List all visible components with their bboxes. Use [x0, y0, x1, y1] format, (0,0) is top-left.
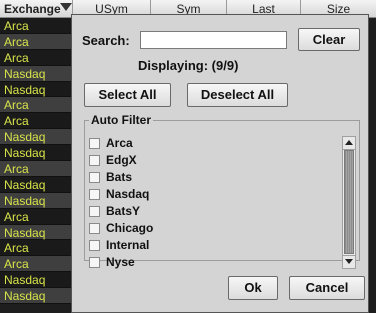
table-row[interactable]: Nasdaq	[0, 129, 72, 146]
column-header-exchange-label: Exchange	[4, 2, 61, 16]
list-item-label: Nasdaq	[106, 187, 150, 201]
table-row[interactable]: Nasdaq	[0, 176, 72, 193]
cancel-button[interactable]: Cancel	[289, 276, 365, 300]
table-row[interactable]: Arca	[0, 240, 72, 257]
table-row[interactable]: Arca	[0, 33, 72, 50]
list-item[interactable]: EdgX	[85, 152, 335, 169]
arrow-down-icon	[345, 259, 353, 264]
list-item[interactable]: Arca	[85, 135, 335, 152]
table-row[interactable]: Nasdaq	[0, 65, 72, 82]
list-item-label: Bats	[106, 170, 133, 184]
checkbox[interactable]	[89, 189, 100, 200]
list-item[interactable]: BatsY	[85, 203, 335, 220]
clear-button[interactable]: Clear	[298, 28, 360, 51]
exchange-column: Arca Arca Arca Nasdaq Nasdaq Arca Arca N…	[0, 18, 72, 305]
auto-filter-title: Auto Filter	[91, 113, 151, 127]
checkbox[interactable]	[89, 172, 100, 183]
checkbox[interactable]	[89, 240, 100, 251]
displaying-count: Displaying: (9/9)	[138, 58, 239, 73]
list-item[interactable]: Nasdaq	[85, 186, 335, 203]
table-row[interactable]: Arca	[0, 161, 72, 177]
checkbox[interactable]	[89, 206, 100, 217]
scroll-up-button[interactable]	[343, 137, 355, 150]
table-row[interactable]: Arca	[0, 18, 72, 34]
table-row[interactable]: Arca	[0, 256, 72, 273]
search-label: Search:	[82, 33, 130, 48]
list-item-label: Nyse	[106, 255, 135, 269]
table-row[interactable]: Nasdaq	[0, 192, 72, 209]
checkbox[interactable]	[89, 155, 100, 166]
table-row[interactable]: Nasdaq	[0, 224, 72, 241]
list-item-label: Arca	[106, 136, 133, 150]
table-row[interactable]: Nasdaq	[0, 145, 72, 162]
table-row[interactable]: Arca	[0, 49, 72, 66]
arrow-up-icon	[345, 140, 353, 145]
table-row[interactable]: Nasdaq	[0, 288, 72, 305]
table-row[interactable]: Arca	[0, 208, 72, 225]
select-all-button[interactable]: Select All	[84, 83, 171, 107]
scroll-down-button[interactable]	[343, 255, 355, 268]
auto-filter-group: Auto Filter Arca EdgX Bats Nasdaq BatsY …	[84, 113, 360, 269]
filter-dialog: Search: Clear Displaying: (9/9) Select A…	[71, 14, 369, 313]
list-item-label: Internal	[106, 238, 150, 252]
list-item[interactable]: Chicago	[85, 220, 335, 237]
list-item-label: BatsY	[106, 204, 141, 218]
checkbox[interactable]	[89, 257, 100, 268]
list-scrollbar[interactable]	[342, 136, 356, 269]
table-row[interactable]: Nasdaq	[0, 272, 72, 289]
table-row[interactable]: Nasdaq	[0, 81, 72, 98]
scrollbar-thumb[interactable]	[344, 150, 354, 254]
list-item[interactable]: Internal	[85, 237, 335, 254]
list-item-label: EdgX	[106, 153, 137, 167]
list-item[interactable]: Bats	[85, 169, 335, 186]
deselect-all-button[interactable]: Deselect All	[187, 83, 288, 107]
table-row[interactable]: Arca	[0, 113, 72, 130]
filter-list: Arca EdgX Bats Nasdaq BatsY Chicago Inte…	[85, 135, 335, 271]
checkbox[interactable]	[89, 138, 100, 149]
table-row[interactable]: Arca	[0, 97, 72, 114]
list-item-label: Chicago	[106, 221, 154, 235]
ok-button[interactable]: Ok	[228, 276, 278, 300]
filter-funnel-icon[interactable]	[60, 3, 72, 11]
search-input[interactable]	[140, 31, 287, 49]
checkbox[interactable]	[89, 223, 100, 234]
list-item[interactable]: Nyse	[85, 254, 335, 271]
